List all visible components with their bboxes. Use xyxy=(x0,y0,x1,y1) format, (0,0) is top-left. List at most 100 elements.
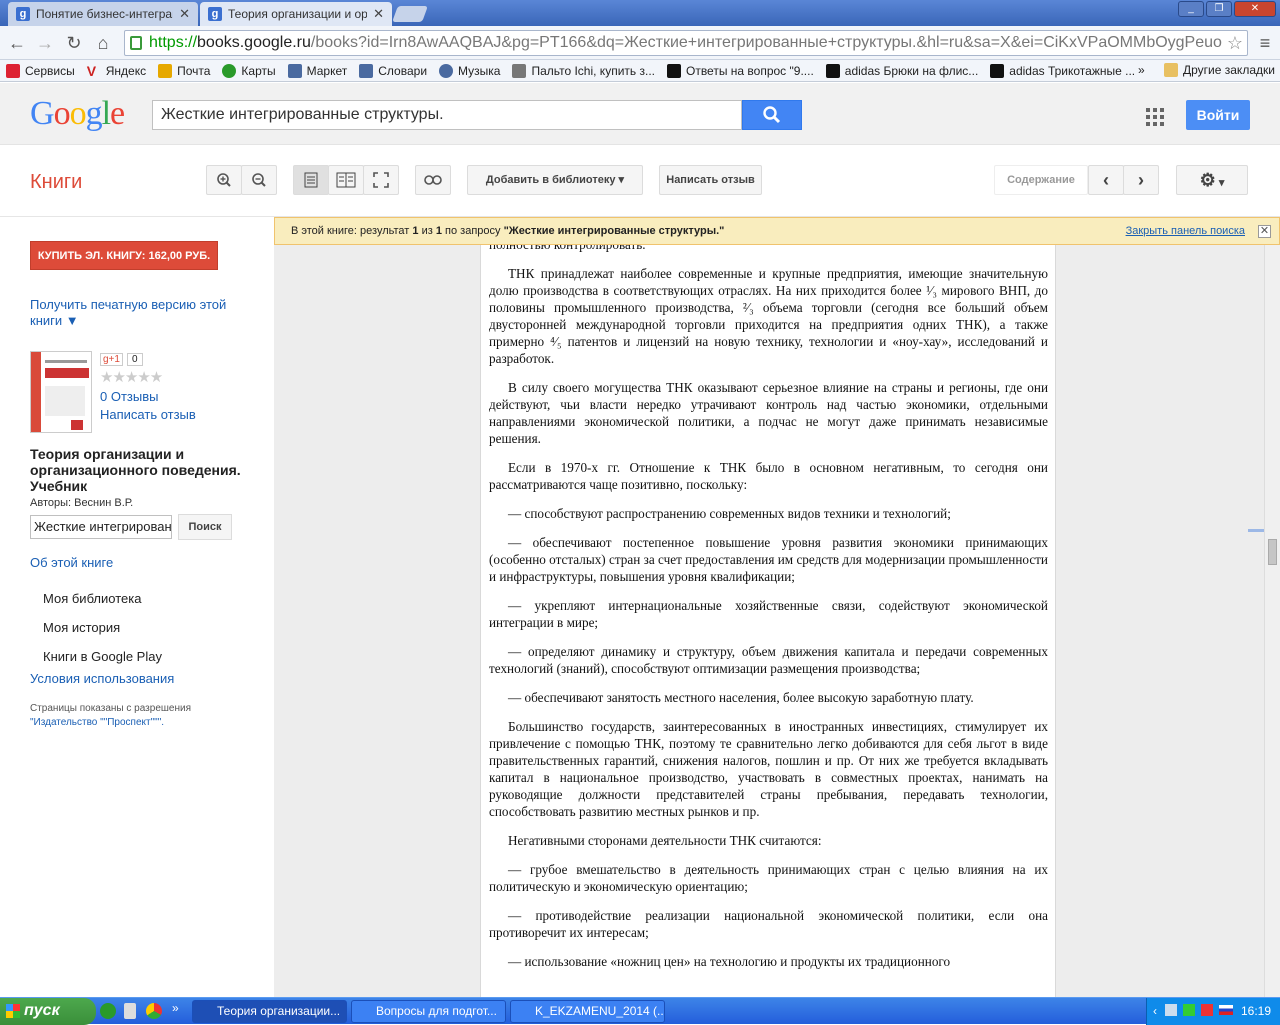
url-path: /books?id=Irn8AwAAQBAJ&pg=PT166&dq=Жестк… xyxy=(310,34,1222,51)
tab-business-integration[interactable]: g Понятие бизнес-интеграци ✕ xyxy=(8,2,198,26)
start-button[interactable]: пуск xyxy=(0,998,96,1025)
mail-icon xyxy=(158,63,173,78)
search-input[interactable]: Жесткие интегрированные структуры. xyxy=(152,100,742,130)
home-icon[interactable]: ⌂ xyxy=(92,32,114,54)
window-close-button[interactable]: ✕ xyxy=(1234,1,1276,17)
other-bookmarks[interactable]: Другие закладки xyxy=(1164,63,1275,77)
bookmark-mail[interactable]: Почта xyxy=(158,63,210,78)
login-button[interactable]: Войти xyxy=(1186,100,1250,130)
book-search-button[interactable]: Поиск xyxy=(178,514,232,540)
scrollbar-thumb[interactable] xyxy=(1268,539,1277,565)
my-history-link[interactable]: Моя история xyxy=(43,620,120,635)
maximize-button[interactable]: ❐ xyxy=(1206,1,1232,17)
publisher-link[interactable]: "Издательство ""Проспект""". xyxy=(30,717,164,728)
contents-button[interactable]: Содержание xyxy=(994,165,1088,195)
folder-icon xyxy=(1164,63,1178,77)
new-tab-button[interactable] xyxy=(392,6,428,22)
taskbar-task-chrome[interactable]: Теория организации... xyxy=(192,1000,347,1023)
quicklaunch-icon[interactable] xyxy=(100,1003,116,1019)
book-cover-image[interactable] xyxy=(30,351,92,433)
google-logo[interactable]: Google xyxy=(30,95,125,133)
my-library-link[interactable]: Моя библиотека xyxy=(43,591,141,606)
notice-prefix: В этой книге: результат xyxy=(291,225,410,237)
google-favicon-icon: g xyxy=(16,7,30,21)
taskbar-task-word-questions[interactable]: Вопросы для подгот... xyxy=(351,1000,506,1023)
tray-collapse-icon[interactable]: ‹ xyxy=(1153,998,1157,1024)
adidas-icon xyxy=(825,63,840,78)
write-review-link[interactable]: Написать отзыв xyxy=(100,407,196,422)
bookmark-market[interactable]: Маркет xyxy=(287,63,347,78)
books-logo[interactable]: Книги xyxy=(30,171,82,194)
apps-grid-icon[interactable] xyxy=(1146,108,1164,126)
vertical-scrollbar[interactable] xyxy=(1264,217,1280,997)
browser-toolbar: ← → ↻ ⌂ https://books.google.ru/books?id… xyxy=(0,26,1280,60)
market-icon xyxy=(287,63,302,78)
bookmark-answers[interactable]: Ответы на вопрос "9.... xyxy=(666,63,814,78)
print-version-link[interactable]: Получить печатную версию этой книги ▼ xyxy=(30,297,240,329)
bookmark-yandex[interactable]: V Яндекс xyxy=(87,64,146,78)
book-search-input[interactable]: Жесткие интегрированн xyxy=(30,515,172,539)
bookmark-music[interactable]: Музыка xyxy=(439,63,500,78)
reviews-link[interactable]: 0 Отзывы xyxy=(100,389,158,404)
adidas-icon xyxy=(990,63,1005,78)
clock[interactable]: 16:19 xyxy=(1241,998,1271,1024)
chrome-icon[interactable] xyxy=(146,1003,162,1019)
bookmarks-bar: Сервисы V Яндекс Почта Карты Маркет Слова… xyxy=(0,60,1280,82)
network-icon[interactable] xyxy=(1165,1004,1177,1016)
minimize-button[interactable]: _ xyxy=(1178,1,1204,17)
forward-icon[interactable]: → xyxy=(34,32,56,54)
about-book-link[interactable]: Об этой книге xyxy=(30,555,113,570)
bookmark-services[interactable]: Сервисы xyxy=(6,63,75,78)
link-button[interactable] xyxy=(415,165,451,195)
close-tab-icon[interactable]: ✕ xyxy=(179,6,190,22)
settings-button[interactable]: ⚙ ▾ xyxy=(1176,165,1248,195)
language-flag-icon[interactable] xyxy=(1219,1005,1233,1015)
bookmarks-more[interactable]: » xyxy=(1138,63,1145,77)
book-viewer[interactable]: используют в качестве инструмента внешне… xyxy=(274,217,1280,997)
paragraph: В силу своего могущества ТНК оказывают с… xyxy=(489,380,1048,446)
address-bar[interactable]: https://books.google.ru/books?id=Irn8AwA… xyxy=(124,30,1248,56)
write-review-button[interactable]: Написать отзыв xyxy=(659,165,762,195)
search-result-notice: В этой книге: результат 1 из 1 по запрос… xyxy=(274,217,1280,245)
close-search-panel-link[interactable]: Закрыть панель поиска xyxy=(1126,218,1245,244)
bookmark-label: adidas Трикотажные ... xyxy=(1009,63,1136,78)
google-play-books-link[interactable]: Книги в Google Play xyxy=(43,649,162,664)
dropdown-arrow-icon: ▾ xyxy=(1218,177,1225,189)
fullscreen-button[interactable] xyxy=(363,165,399,195)
antivirus-icon[interactable] xyxy=(1201,1004,1213,1016)
bookmark-coat[interactable]: Пальто Ichi, купить з... xyxy=(512,63,655,78)
close-icon[interactable]: ✕ xyxy=(1258,225,1271,238)
bookmark-label: Другие закладки xyxy=(1183,63,1275,77)
two-page-view-button[interactable] xyxy=(328,165,364,195)
gplus-button[interactable]: g+1 xyxy=(100,353,123,366)
taskbar-task-word-exam[interactable]: K_EKZAMENU_2014 (... xyxy=(510,1000,665,1023)
book-page: используют в качестве инструмента внешне… xyxy=(480,217,1056,997)
rating-stars[interactable]: ★★★★★ xyxy=(100,368,163,386)
close-tab-icon[interactable]: ✕ xyxy=(373,6,384,22)
list-item: — обеспечивают занятость местного населе… xyxy=(508,690,974,705)
bookmark-maps[interactable]: Карты xyxy=(222,63,276,78)
paragraph: Негативными сторонами деятельности ТНК с… xyxy=(508,833,822,848)
quicklaunch-icon[interactable] xyxy=(124,1003,136,1019)
zoom-out-button[interactable] xyxy=(241,165,277,195)
bookmark-dictionaries[interactable]: Словари xyxy=(359,63,427,78)
back-icon[interactable]: ← xyxy=(6,32,28,54)
add-to-library-button[interactable]: Добавить в библиотеку ▾ xyxy=(467,165,643,195)
reload-icon[interactable]: ↻ xyxy=(63,32,85,54)
search-button[interactable] xyxy=(742,100,802,130)
next-page-button[interactable]: › xyxy=(1123,165,1159,195)
bookmark-star-icon[interactable]: ☆ xyxy=(1227,31,1243,55)
buy-ebook-button[interactable]: КУПИТЬ ЭЛ. КНИГУ: 162,00 РУБ. xyxy=(30,241,218,270)
single-page-view-button[interactable] xyxy=(293,165,329,195)
tab-theory-organization[interactable]: g Теория организации и орга ✕ xyxy=(200,2,392,26)
bookmark-label: Сервисы xyxy=(25,63,75,78)
zoom-in-button[interactable] xyxy=(206,165,242,195)
bookmark-label: adidas Брюки на флис... xyxy=(844,63,979,78)
bookmark-adidas-pants[interactable]: adidas Брюки на флис... xyxy=(825,63,979,78)
menu-icon[interactable]: ≡ xyxy=(1254,32,1276,54)
download-icon[interactable] xyxy=(1183,1004,1195,1016)
bookmark-adidas-knit[interactable]: adidas Трикотажные ... xyxy=(990,63,1136,78)
terms-link[interactable]: Условия использования xyxy=(30,671,174,686)
prev-page-button[interactable]: ‹ xyxy=(1088,165,1124,195)
quicklaunch-more[interactable]: » xyxy=(172,1001,179,1015)
